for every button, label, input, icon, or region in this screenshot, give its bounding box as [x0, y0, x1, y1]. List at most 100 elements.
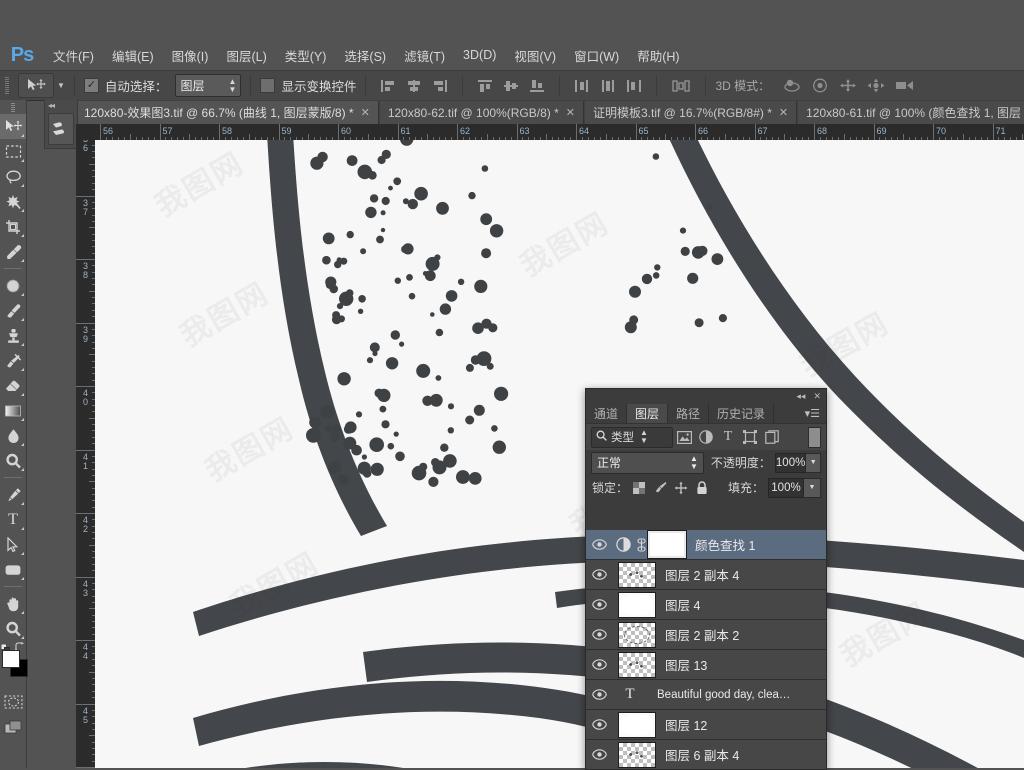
align-horizontal-centers-icon[interactable]: [402, 75, 426, 97]
align-left-edges-icon[interactable]: [376, 75, 400, 97]
filter-type-icon[interactable]: T: [717, 426, 739, 448]
auto-select-scope-dropdown[interactable]: 图层 ▲ ▼: [175, 74, 242, 97]
filter-smartobject-icon[interactable]: [761, 426, 783, 448]
menu-image[interactable]: 图像(I): [163, 41, 218, 70]
menu-layer[interactable]: 图层(L): [217, 41, 275, 70]
layer-name[interactable]: Beautiful good day, clea…: [657, 689, 790, 701]
menu-filter[interactable]: 滤镜(T): [395, 41, 454, 70]
history-brush-tool[interactable]: [0, 348, 26, 373]
layer-thumbnail[interactable]: [618, 621, 656, 648]
lock-image-pixels-icon[interactable]: [649, 477, 670, 498]
filter-enable-toggle[interactable]: [808, 426, 821, 448]
align-bottom-edges-icon[interactable]: [525, 75, 549, 97]
layer-row[interactable]: 图层 2 副本 4: [586, 560, 826, 590]
collapse-panel-icon[interactable]: ◂◂: [796, 391, 805, 402]
blend-mode-dropdown[interactable]: 正常 ▲ ▼: [591, 451, 704, 474]
layer-name[interactable]: 图层 2 副本 4: [665, 565, 739, 584]
filter-pixel-icon[interactable]: [673, 426, 695, 448]
tool-preset-collapse-header[interactable]: ◂◂: [45, 100, 77, 111]
tab-paths[interactable]: 路径: [668, 404, 710, 423]
blur-tool[interactable]: [0, 423, 26, 448]
fill-value[interactable]: 100%: [768, 477, 804, 498]
layer-name[interactable]: 图层 13: [665, 655, 707, 674]
path-selection-tool[interactable]: [0, 532, 26, 557]
toolbox-grip[interactable]: [0, 100, 26, 114]
menu-edit[interactable]: 编辑(E): [103, 41, 163, 70]
distribute-right-icon[interactable]: [622, 75, 646, 97]
adjustment-layer-icon[interactable]: [612, 537, 634, 552]
screen-mode-toggle[interactable]: [0, 714, 26, 739]
menu-select[interactable]: 选择(S): [335, 41, 395, 70]
menu-view[interactable]: 视图(V): [505, 41, 565, 70]
layer-visibility-eye-icon[interactable]: [586, 680, 612, 709]
opacity-value[interactable]: 100%: [774, 452, 807, 473]
document-tab-1[interactable]: 120x80-效果图3.tif @ 66.7% (曲线 1, 图层蒙版/8) *…: [76, 101, 379, 124]
fill-chevron-down-icon[interactable]: ▼: [804, 477, 821, 498]
document-tab-3[interactable]: 证明模板3.tif @ 16.7%(RGB/8#) * ✕: [584, 101, 798, 124]
layer-list[interactable]: 颜色查找 1 图层 2 副本 4 图层 4 图层 2 副本 2 图层 13 T Beauti…: [586, 530, 826, 769]
layer-visibility-eye-icon[interactable]: [586, 650, 612, 679]
layer-thumbnail[interactable]: [618, 591, 656, 618]
ruler-origin-corner[interactable]: [76, 124, 96, 141]
layer-row[interactable]: 颜色查找 1: [586, 530, 826, 560]
zoom-tool[interactable]: [0, 616, 26, 641]
clone-stamp-tool[interactable]: [0, 323, 26, 348]
move-tool-icon[interactable]: [18, 73, 54, 98]
filter-shape-icon[interactable]: [739, 426, 761, 448]
rectangle-tool[interactable]: [0, 557, 26, 582]
tab-history[interactable]: 历史记录: [709, 404, 775, 423]
layer-name[interactable]: 图层 6 副本 4: [665, 745, 739, 764]
menu-window[interactable]: 窗口(W): [565, 41, 628, 70]
brush-tool[interactable]: [0, 298, 26, 323]
layer-visibility-eye-icon[interactable]: [586, 560, 612, 589]
layer-thumbnail[interactable]: [618, 711, 656, 738]
menu-3d[interactable]: 3D(D): [454, 43, 505, 67]
layer-row[interactable]: 图层 12: [586, 710, 826, 740]
layer-name[interactable]: 颜色查找 1: [695, 535, 755, 554]
scale-3d-object-icon[interactable]: [892, 75, 916, 97]
auto-select-checkbox[interactable]: ✓: [83, 78, 99, 93]
align-right-edges-icon[interactable]: [428, 75, 452, 97]
layer-visibility-eye-icon[interactable]: [586, 620, 612, 649]
vertical-ruler[interactable]: 3637383940414243444546: [76, 140, 96, 768]
filter-adjustment-icon[interactable]: [695, 426, 717, 448]
rotate-3d-object-icon[interactable]: [780, 75, 804, 97]
layer-name[interactable]: 图层 4: [665, 595, 700, 614]
tab-channels[interactable]: 通道: [586, 404, 628, 423]
layer-row[interactable]: 图层 4: [586, 590, 826, 620]
close-icon[interactable]: ✕: [361, 106, 370, 119]
canvas-viewport[interactable]: 我图网 我图网 我图网 我图网 我图网 我图网 我图网 我图网: [95, 140, 1024, 768]
menu-type[interactable]: 类型(Y): [276, 41, 336, 70]
layer-name[interactable]: 图层 2 副本 2: [665, 625, 739, 644]
quick-selection-tool[interactable]: [0, 189, 26, 214]
lasso-tool[interactable]: [0, 164, 26, 189]
lock-position-icon[interactable]: [670, 477, 691, 498]
layer-row[interactable]: 图层 13: [586, 650, 826, 680]
distribute-left-icon[interactable]: [570, 75, 594, 97]
horizontal-ruler[interactable]: 56 57 58 59 60 61 62 63 64 65 66 67 68 69 70 71: [95, 124, 1024, 141]
roll-3d-object-icon[interactable]: [808, 75, 832, 97]
options-bar-grip[interactable]: [0, 71, 14, 100]
layer-visibility-eye-icon[interactable]: [586, 590, 612, 619]
tool-preset-icon[interactable]: [48, 113, 74, 145]
panel-menu-icon[interactable]: ▾☰: [799, 404, 826, 423]
quick-mask-toggle[interactable]: [0, 689, 26, 714]
type-tool[interactable]: T: [0, 507, 26, 532]
align-top-edges-icon[interactable]: [473, 75, 497, 97]
layer-filter-type-dropdown[interactable]: 类型 ▲ ▼: [591, 426, 673, 448]
distribute-horizontal-center-icon[interactable]: [596, 75, 620, 97]
lock-transparent-pixels-icon[interactable]: [628, 477, 649, 498]
layer-name[interactable]: 图层 12: [665, 715, 707, 734]
crop-tool[interactable]: [0, 214, 26, 239]
layer-thumbnail[interactable]: [618, 741, 656, 768]
layer-thumbnail[interactable]: [618, 561, 656, 588]
align-vertical-centers-icon[interactable]: [499, 75, 523, 97]
layer-visibility-eye-icon[interactable]: [586, 530, 612, 559]
layer-mask-thumbnail[interactable]: [647, 530, 687, 559]
layer-row[interactable]: 图层 2 副本 2: [586, 620, 826, 650]
layer-thumbnail[interactable]: [618, 651, 656, 678]
mask-link-icon[interactable]: [634, 537, 648, 552]
spot-healing-tool[interactable]: [0, 273, 26, 298]
slide-3d-object-icon[interactable]: [864, 75, 888, 97]
eraser-tool[interactable]: [0, 373, 26, 398]
